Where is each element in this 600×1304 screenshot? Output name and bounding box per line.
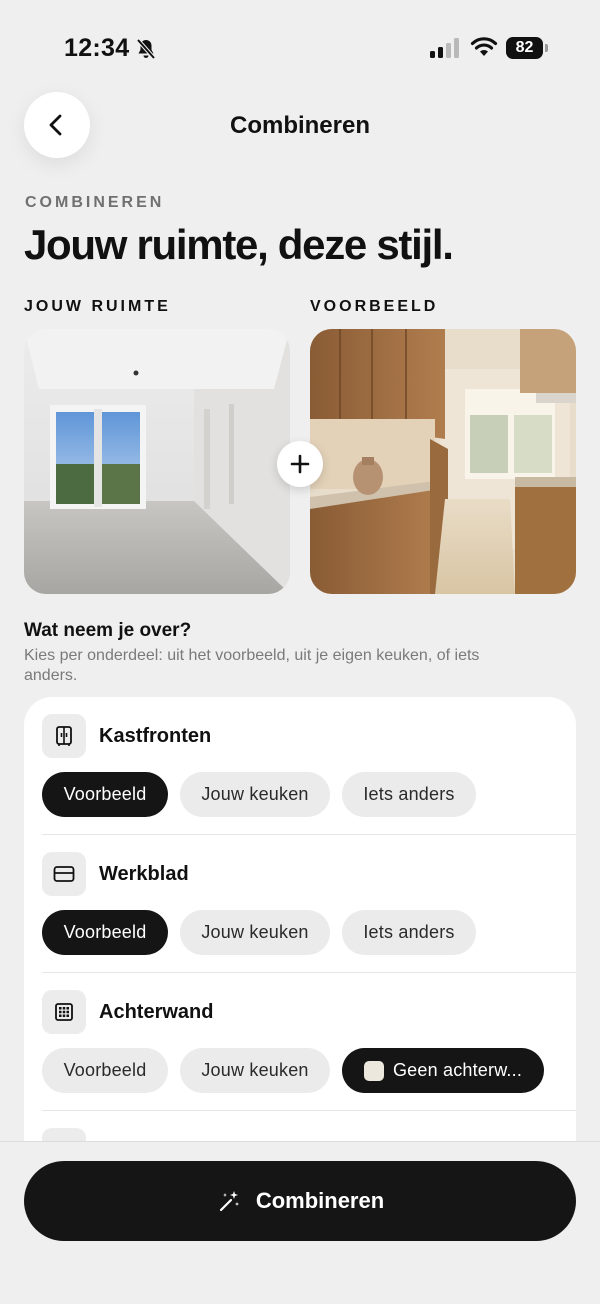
options-card: Kastfronten Voorbeeld Jouw keuken Iets a… — [24, 697, 576, 1217]
your-room-label: JOUW RUIMTE — [24, 298, 171, 315]
your-room-photo[interactable] — [24, 329, 290, 594]
chip-iets-anders[interactable]: Iets anders — [342, 910, 476, 955]
option-label: Kastfronten — [99, 725, 212, 747]
option-row-kastfronten: Kastfronten Voorbeeld Jouw keuken Iets a… — [42, 697, 576, 835]
nav-title: Combineren — [229, 112, 370, 139]
page-headline: Jouw ruimte, deze stijl. — [24, 221, 454, 268]
wifi-icon — [470, 37, 498, 56]
empty-room-image — [24, 329, 290, 594]
chip-jouw-keuken[interactable]: Jouw keuken — [180, 1048, 330, 1093]
tiles-icon — [42, 990, 86, 1034]
cabinet-icon — [42, 714, 86, 758]
chip-iets-anders[interactable]: Iets anders — [342, 772, 476, 817]
chip-jouw-keuken[interactable]: Jouw keuken — [180, 772, 330, 817]
chip-voorbeeld[interactable]: Voorbeeld — [42, 772, 168, 817]
chip-voorbeeld[interactable]: Voorbeeld — [42, 1048, 168, 1093]
magic-wand-icon — [219, 1191, 239, 1212]
combine-plus-icon — [277, 441, 323, 487]
chip-voorbeeld[interactable]: Voorbeeld — [42, 910, 168, 955]
screen: 12:34 82 Combineren COMBINEREN Jouw ruim… — [0, 0, 600, 1304]
option-row-achterwand: Achterwand Voorbeeld Jouw keuken Geen ac… — [42, 973, 576, 1111]
option-row-werkblad: Werkblad Voorbeeld Jouw keuken Iets ande… — [42, 835, 576, 973]
battery-cap — [545, 44, 548, 52]
example-photo[interactable] — [310, 329, 576, 594]
countertop-icon — [42, 852, 86, 896]
example-label: VOORBEELD — [310, 298, 439, 315]
option-label: Werkblad — [99, 863, 189, 885]
color-swatch — [363, 1060, 384, 1081]
kitchen-image — [310, 329, 576, 594]
combine-button-label: Combineren — [255, 1188, 385, 1213]
eyebrow-label: COMBINEREN — [25, 194, 165, 211]
section-title: Wat neem je over? — [24, 620, 192, 641]
chip-label: Geen achterw... — [392, 1060, 523, 1080]
combine-button[interactable]: Combineren — [24, 1161, 576, 1241]
section-subtitle: Kies per onderdeel: uit het voorbeeld, u… — [24, 647, 480, 684]
option-label: Achterwand — [99, 1001, 214, 1023]
bell-muted-icon — [136, 38, 156, 60]
status-bar: 12:34 82 — [0, 0, 600, 96]
chip-geen-achterwand[interactable]: Geen achterw... — [342, 1048, 544, 1093]
battery-indicator: 82 — [506, 37, 548, 59]
status-time: 12:34 — [64, 34, 130, 62]
chip-jouw-keuken[interactable]: Jouw keuken — [180, 910, 330, 955]
cellular-signal-icon — [430, 38, 459, 58]
battery-level: 82 — [506, 37, 543, 59]
